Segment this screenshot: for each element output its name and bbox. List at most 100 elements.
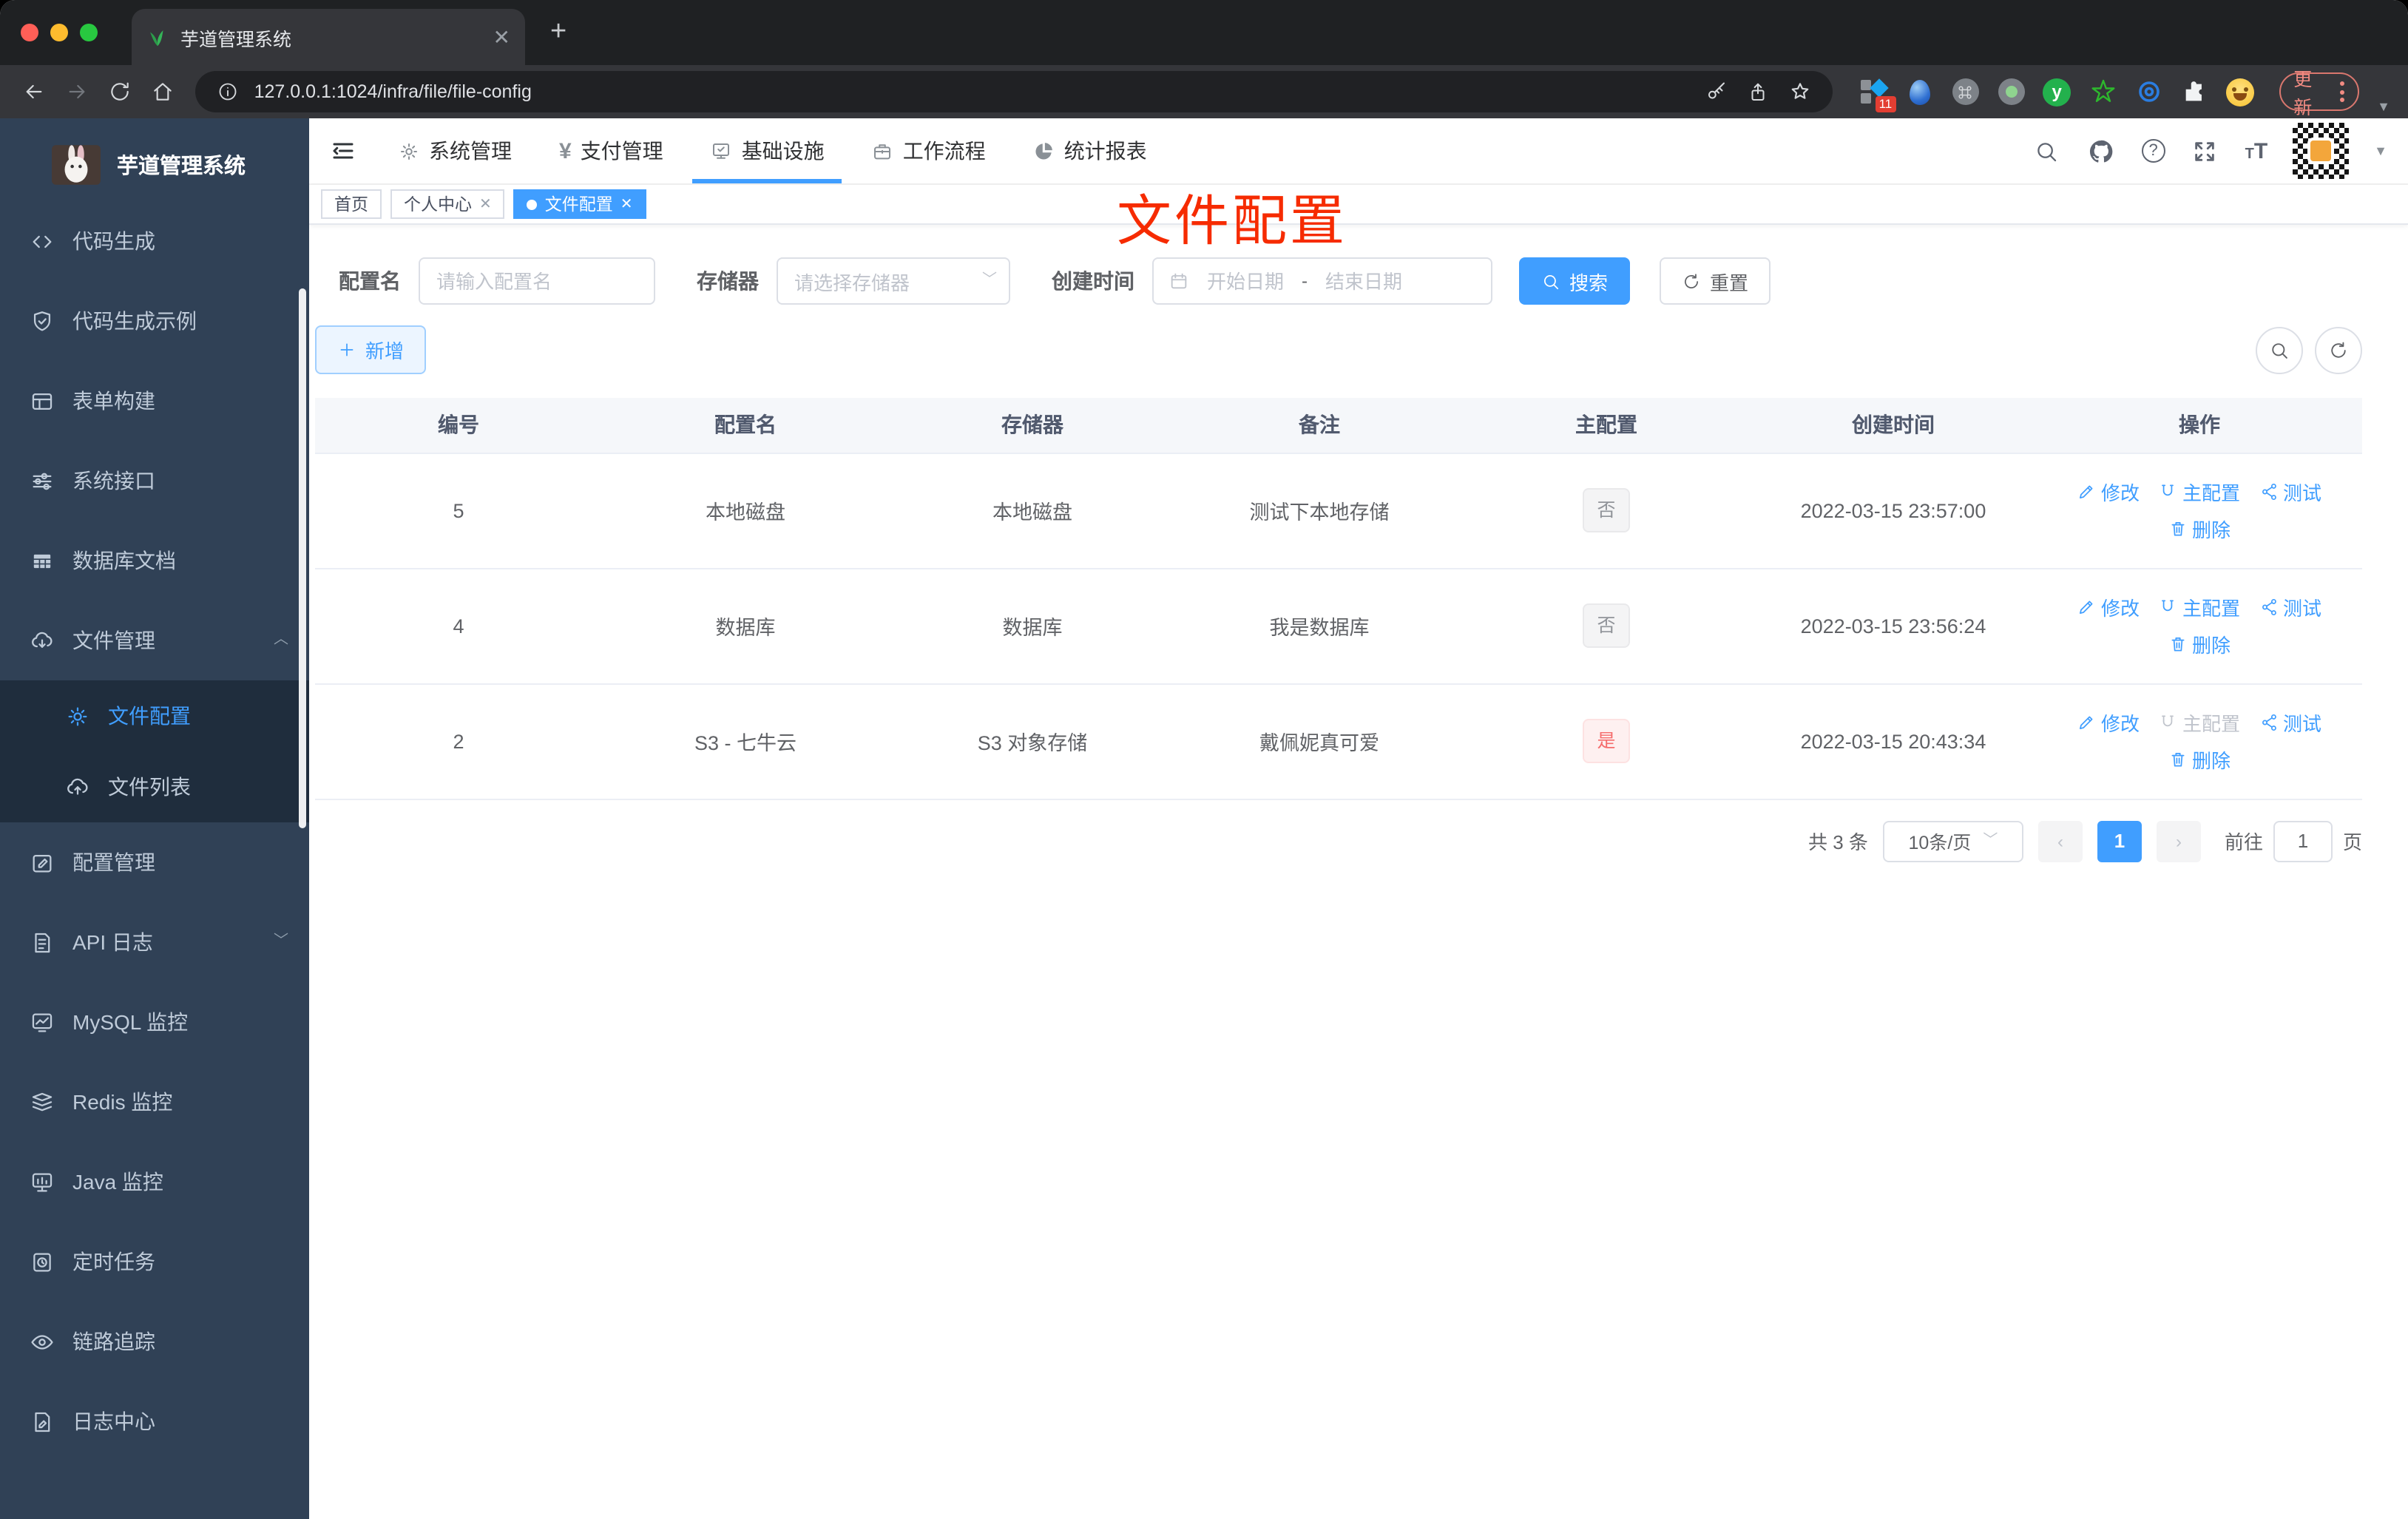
delete-link[interactable]: 删除 (2168, 515, 2231, 543)
github-icon[interactable] (2087, 136, 2117, 166)
avatar[interactable] (2293, 123, 2350, 179)
sidebar-item-code-gen[interactable]: 代码生成 (0, 201, 309, 281)
edit-link[interactable]: 修改 (2077, 708, 2140, 737)
refresh-table-button[interactable] (2315, 326, 2362, 373)
password-key-icon[interactable] (1702, 77, 1731, 106)
profile-emoji-icon[interactable] (2225, 77, 2255, 106)
table-toolbar: 新增 (315, 325, 2362, 374)
screen-icon (32, 1172, 53, 1191)
back-button[interactable] (18, 74, 52, 109)
avatar-caret-icon[interactable]: ▼ (2374, 143, 2387, 158)
page-size-select[interactable]: 10条/页 ﹀ (1882, 820, 2023, 862)
extension-green-dot-icon[interactable] (1996, 77, 2026, 106)
master-link-disabled[interactable]: 主配置 (2159, 708, 2240, 737)
sidebar-item-config-mgmt[interactable]: 配置管理 (0, 822, 309, 902)
current-page-button[interactable]: 1 (2097, 820, 2142, 862)
share-icon[interactable] (1743, 77, 1773, 106)
extension-star-icon[interactable] (2088, 77, 2117, 106)
sidebar-item-java-monitor[interactable]: Java 监控 (0, 1142, 309, 1222)
test-link[interactable]: 测试 (2259, 708, 2321, 737)
new-tab-button[interactable]: + (550, 18, 567, 46)
fullscreen-icon[interactable] (2191, 136, 2220, 166)
help-icon[interactable]: ? (2141, 139, 2165, 163)
nav-payment-mgmt[interactable]: ¥ 支付管理 (541, 118, 681, 183)
delete-link[interactable]: 删除 (2168, 745, 2231, 774)
file-mgmt-submenu: 文件配置 文件列表 (0, 680, 309, 822)
reset-button[interactable]: 重置 (1660, 257, 1771, 305)
next-page-button[interactable]: › (2156, 820, 2201, 862)
col-id: 编号 (315, 398, 602, 453)
add-button[interactable]: 新增 (315, 325, 427, 374)
share-nodes-icon (2262, 598, 2276, 616)
nav-infrastructure[interactable]: 基础设施 (692, 118, 842, 183)
sidebar-item-file-mgmt[interactable]: 文件管理 ︿ (0, 601, 309, 680)
nav-system-mgmt[interactable]: 系统管理 (380, 118, 530, 183)
extension-command-icon[interactable] (1950, 77, 1980, 106)
forward-button[interactable] (61, 74, 95, 109)
extensions-puzzle-icon[interactable] (2179, 77, 2209, 106)
storage-select[interactable]: 请选择存储器 ﹀ (777, 257, 1010, 305)
collapse-sidebar-icon[interactable] (321, 129, 365, 173)
toggle-search-button[interactable] (2256, 326, 2303, 373)
date-range-picker[interactable]: - (1152, 257, 1492, 305)
browser-tab[interactable]: 芋道管理系统 ✕ (132, 9, 525, 65)
sidebar-item-system-api[interactable]: 系统接口 (0, 441, 309, 521)
chrome-menu-icon[interactable] (2340, 81, 2345, 102)
site-info-icon[interactable] (213, 77, 243, 106)
search-button[interactable]: 搜索 (1519, 257, 1631, 305)
config-name-input[interactable] (419, 257, 655, 305)
zoom-window-button[interactable] (80, 24, 98, 41)
sidebar-scrollbar[interactable] (299, 288, 306, 828)
font-size-icon[interactable]: TT (2245, 140, 2268, 162)
delete-link[interactable]: 删除 (2168, 630, 2231, 658)
prev-page-button[interactable]: ‹ (2037, 820, 2083, 862)
toolbar-caret-icon[interactable]: ▼ (2377, 99, 2390, 118)
end-date-input[interactable] (1316, 270, 1411, 292)
search-icon[interactable] (2032, 136, 2062, 166)
sidebar-item-tracing[interactable]: 链路追踪 (0, 1302, 309, 1381)
extension-grid-icon[interactable]: 11 (1859, 77, 1896, 112)
tag-close-icon[interactable]: ✕ (620, 196, 633, 212)
search-icon (1544, 274, 1559, 289)
chrome-update-button[interactable]: 更新 (2279, 70, 2360, 118)
sidebar-item-db-doc[interactable]: 数据库文档 (0, 521, 309, 601)
nav-reports[interactable]: 统计报表 (1015, 118, 1165, 183)
master-link[interactable]: 主配置 (2159, 478, 2240, 506)
sidebar-item-api-log[interactable]: API 日志 ﹀ (0, 902, 309, 982)
tag-close-icon[interactable]: ✕ (479, 196, 492, 212)
sidebar-item-log-center[interactable]: 日志中心 (0, 1381, 309, 1461)
tag-file-config[interactable]: 文件配置 ✕ (513, 189, 646, 219)
goto-page-input[interactable] (2273, 820, 2333, 862)
url-bar[interactable]: 127.0.0.1:1024/infra/file/file-config (195, 71, 1833, 112)
extension-balloon-icon[interactable] (1904, 77, 1934, 106)
url-text[interactable]: 127.0.0.1:1024/infra/file/file-config (254, 81, 1691, 102)
master-link[interactable]: 主配置 (2159, 593, 2240, 621)
sidebar-item-file-list[interactable]: 文件列表 (0, 751, 309, 822)
tab-close-icon[interactable]: ✕ (493, 24, 510, 50)
home-button[interactable] (146, 74, 180, 109)
extension-y-icon[interactable]: y (2042, 77, 2072, 106)
sidebar-item-label: 日志中心 (72, 1410, 155, 1433)
reload-button[interactable] (104, 74, 138, 109)
sidebar-item-redis-monitor[interactable]: Redis 监控 (0, 1062, 309, 1142)
edit-link[interactable]: 修改 (2077, 478, 2140, 506)
sidebar-item-file-config[interactable]: 文件配置 (0, 680, 309, 751)
tag-profile[interactable]: 个人中心 ✕ (390, 189, 505, 219)
start-date-input[interactable] (1198, 270, 1293, 292)
test-link[interactable]: 测试 (2259, 478, 2321, 506)
sidebar-item-scheduled-tasks[interactable]: 定时任务 (0, 1222, 309, 1302)
nav-workflow[interactable]: 工作流程 (854, 118, 1004, 183)
sidebar-logo[interactable]: 芋道管理系统 (0, 127, 309, 201)
sidebar-item-mysql-monitor[interactable]: MySQL 监控 (0, 982, 309, 1062)
sidebar-item-form-builder[interactable]: 表单构建 (0, 361, 309, 441)
extension-swirl-icon[interactable] (2134, 77, 2163, 106)
browser-toolbar: 127.0.0.1:1024/infra/file/file-config 11 (0, 65, 2408, 118)
bookmark-star-icon[interactable] (1785, 77, 1814, 106)
sidebar-item-code-demo[interactable]: 代码生成示例 (0, 281, 309, 361)
extension-badge: 11 (1875, 95, 1896, 112)
close-window-button[interactable] (21, 24, 38, 41)
minimize-window-button[interactable] (50, 24, 68, 41)
tag-home[interactable]: 首页 (321, 189, 382, 219)
edit-link[interactable]: 修改 (2077, 593, 2140, 621)
test-link[interactable]: 测试 (2259, 593, 2321, 621)
